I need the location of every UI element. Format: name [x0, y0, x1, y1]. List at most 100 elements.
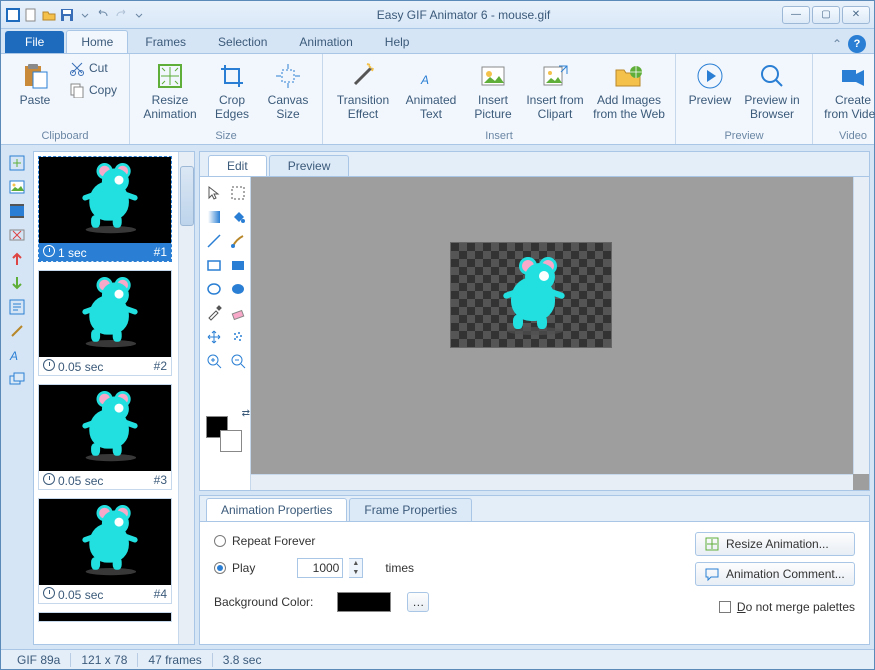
- tool-zoom-out-icon[interactable]: [228, 351, 248, 371]
- tool-arrow-up-icon[interactable]: [7, 249, 27, 269]
- canvas-size-icon: [272, 60, 304, 92]
- group-size: Resize Animation Crop Edges Canvas Size …: [130, 54, 323, 144]
- svg-text:A: A: [9, 349, 18, 363]
- play-label: Play: [232, 561, 255, 575]
- tool-rect-icon[interactable]: [204, 255, 224, 275]
- tab-frames[interactable]: Frames: [130, 30, 201, 53]
- radio-play-times[interactable]: [214, 562, 226, 574]
- window-controls: — ▢ ✕: [780, 6, 870, 24]
- open-icon[interactable]: [41, 7, 57, 23]
- checkbox-merge-palettes[interactable]: [719, 601, 731, 613]
- picture-icon: [477, 60, 509, 92]
- save-dropdown-icon[interactable]: [77, 7, 93, 23]
- insert-picture-button[interactable]: Insert Picture: [467, 58, 519, 124]
- video-icon: [837, 60, 869, 92]
- group-video-label: Video: [821, 129, 875, 142]
- tab-selection[interactable]: Selection: [203, 30, 282, 53]
- cut-icon: [69, 60, 85, 76]
- help-icon[interactable]: ?: [848, 35, 866, 53]
- redo-icon[interactable]: [113, 7, 129, 23]
- maximize-button[interactable]: ▢: [812, 6, 840, 24]
- frame-scrollbar[interactable]: [178, 152, 194, 644]
- insert-clipart-button[interactable]: Insert from Clipart: [523, 58, 587, 124]
- tool-gradient-icon[interactable]: [204, 207, 224, 227]
- tool-marquee-icon[interactable]: [228, 183, 248, 203]
- tab-animation-properties[interactable]: Animation Properties: [206, 498, 347, 521]
- tool-frame-image-icon[interactable]: [7, 177, 27, 197]
- background-color[interactable]: [220, 430, 242, 452]
- play-count-spinner[interactable]: ▲▼: [349, 558, 363, 578]
- copy-button[interactable]: Copy: [65, 80, 121, 100]
- minimize-button[interactable]: —: [782, 6, 810, 24]
- merge-palettes-label: DDo not merge paletteso not merge palett…: [737, 600, 855, 614]
- ribbon-collapse-icon[interactable]: ⌃: [832, 37, 842, 51]
- resize-icon: [704, 536, 720, 552]
- properties-panel: Animation Properties Frame Properties Re…: [199, 495, 870, 645]
- tool-wand-icon[interactable]: [7, 321, 27, 341]
- tool-eyedropper-icon[interactable]: [204, 303, 224, 323]
- tab-frame-properties[interactable]: Frame Properties: [349, 498, 472, 521]
- tool-line-icon[interactable]: [204, 231, 224, 251]
- tool-delete-icon[interactable]: [7, 225, 27, 245]
- tab-edit[interactable]: Edit: [208, 155, 267, 176]
- bgcolor-label: Background Color:: [214, 595, 313, 609]
- tool-filmstrip-icon[interactable]: [7, 201, 27, 221]
- transition-effect-button[interactable]: Transition Effect: [331, 58, 395, 124]
- resize-animation-button[interactable]: Resize Animation: [138, 58, 202, 124]
- ribbon-tabs: File Home Frames Selection Animation Hel…: [1, 29, 874, 53]
- tab-home[interactable]: Home: [66, 30, 128, 53]
- tool-move-icon[interactable]: [204, 327, 224, 347]
- save-icon[interactable]: [59, 7, 75, 23]
- file-menu[interactable]: File: [5, 31, 64, 53]
- tool-ellipse-icon[interactable]: [204, 279, 224, 299]
- tab-preview[interactable]: Preview: [269, 155, 350, 176]
- play-count-input[interactable]: 1000: [297, 558, 343, 578]
- tool-fill-icon[interactable]: [228, 207, 248, 227]
- frame-item-3[interactable]: 0.05 sec#3: [38, 384, 172, 490]
- ribbon: Paste Cut Copy Clipboard Resize Animatio…: [1, 53, 874, 145]
- bgcolor-picker-button[interactable]: …: [407, 592, 429, 612]
- tool-ellipse-fill-icon[interactable]: [228, 279, 248, 299]
- tool-spray-icon[interactable]: [228, 327, 248, 347]
- tool-eraser-icon[interactable]: [228, 303, 248, 323]
- tool-brush-icon[interactable]: [228, 231, 248, 251]
- create-from-video-button[interactable]: Create from Video: [821, 58, 875, 124]
- add-from-web-button[interactable]: Add Images from the Web: [591, 58, 667, 124]
- qat-more-icon[interactable]: [131, 7, 147, 23]
- tool-layers-icon[interactable]: [7, 369, 27, 389]
- preview-browser-label: Preview in Browser: [742, 94, 802, 122]
- cut-button[interactable]: Cut: [65, 58, 121, 78]
- repeat-forever-label: Repeat Forever: [232, 534, 315, 548]
- tab-help[interactable]: Help: [370, 30, 425, 53]
- tool-properties-icon[interactable]: [7, 297, 27, 317]
- bgcolor-swatch[interactable]: [337, 592, 391, 612]
- canvas-scrollbar-v[interactable]: [853, 177, 869, 474]
- frame-item-1[interactable]: 1 sec#1: [38, 156, 172, 262]
- tool-rect-fill-icon[interactable]: [228, 255, 248, 275]
- radio-repeat-forever[interactable]: [214, 535, 226, 547]
- new-icon[interactable]: [23, 7, 39, 23]
- tool-arrow-down-icon[interactable]: [7, 273, 27, 293]
- resize-animation-side-button[interactable]: Resize Animation...: [695, 532, 855, 556]
- preview-browser-button[interactable]: Preview in Browser: [740, 58, 804, 124]
- tool-frame-add-icon[interactable]: [7, 153, 27, 173]
- undo-icon[interactable]: [95, 7, 111, 23]
- canvas-frame[interactable]: [451, 243, 611, 347]
- preview-button[interactable]: Preview: [684, 58, 736, 110]
- color-swatches[interactable]: ⇄: [206, 408, 250, 452]
- canvas-area[interactable]: [250, 177, 869, 490]
- tool-pointer-icon[interactable]: [204, 183, 224, 203]
- animated-text-button[interactable]: AAnimated Text: [399, 58, 463, 124]
- canvas-size-button[interactable]: Canvas Size: [262, 58, 314, 124]
- canvas-scrollbar-h[interactable]: [251, 474, 853, 490]
- frame-item-4[interactable]: 0.05 sec#4: [38, 498, 172, 604]
- animation-comment-button[interactable]: Animation Comment...: [695, 562, 855, 586]
- tool-zoom-in-icon[interactable]: [204, 351, 224, 371]
- tool-text-icon[interactable]: A: [7, 345, 27, 365]
- crop-edges-button[interactable]: Crop Edges: [206, 58, 258, 124]
- paste-button[interactable]: Paste: [9, 58, 61, 110]
- frame-item-2[interactable]: 0.05 sec#2: [38, 270, 172, 376]
- tab-animation[interactable]: Animation: [284, 30, 367, 53]
- swap-colors-icon[interactable]: ⇄: [242, 408, 250, 419]
- close-button[interactable]: ✕: [842, 6, 870, 24]
